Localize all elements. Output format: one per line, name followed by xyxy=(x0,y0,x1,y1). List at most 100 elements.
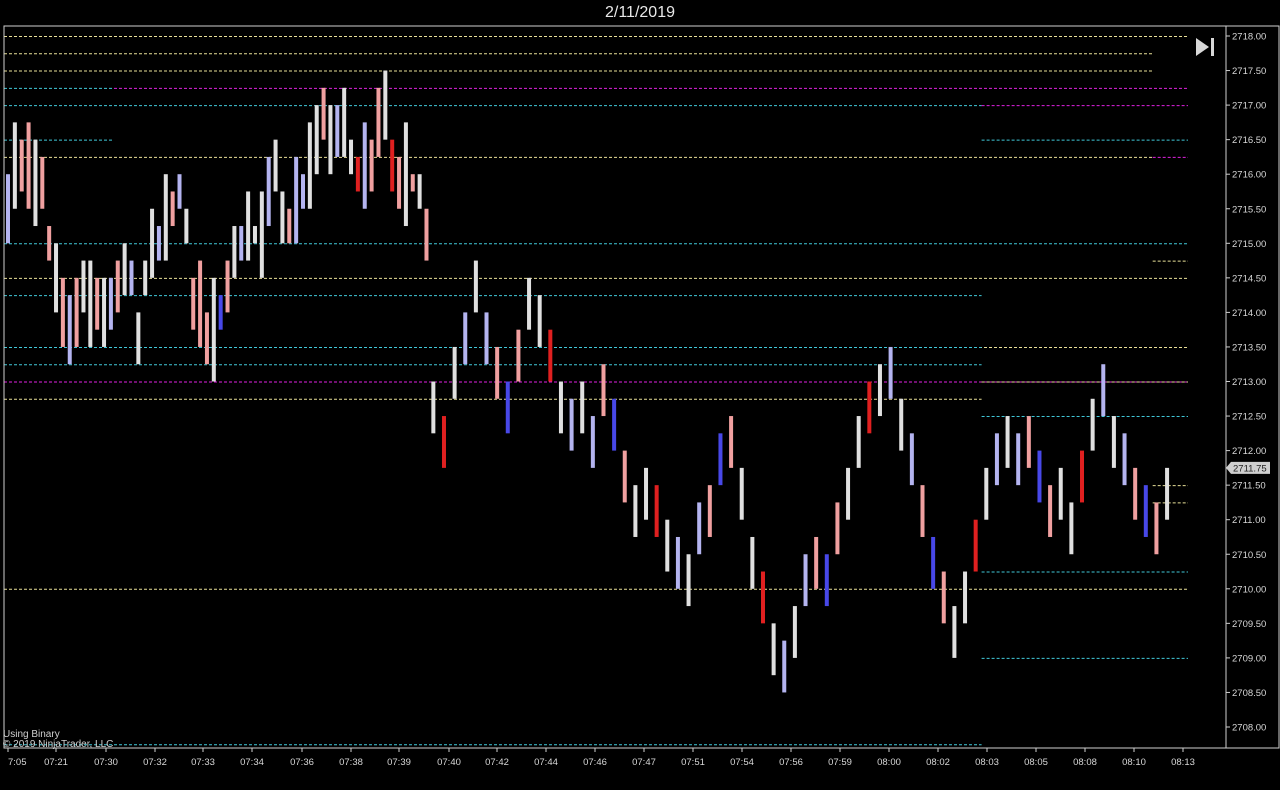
price-bar xyxy=(729,416,734,468)
price-bar xyxy=(558,381,563,434)
price-bar xyxy=(6,174,10,244)
price-bar xyxy=(355,156,360,192)
price-bar xyxy=(877,364,882,417)
price-bar xyxy=(920,485,925,537)
price-bar xyxy=(984,467,989,520)
price-bar xyxy=(1026,416,1031,468)
price-bar xyxy=(362,122,367,209)
price-chart[interactable]: 2/11/2019 2718.00 2717.50 2717.00 2716.50 27… xyxy=(0,0,1280,790)
price-bar xyxy=(963,571,968,624)
price-bar xyxy=(803,554,808,607)
y-tick-label: 2710.00 xyxy=(1232,584,1266,595)
x-tick-label: 07:40 xyxy=(437,757,461,768)
y-tick-label: 2709.50 xyxy=(1232,619,1266,630)
price-bar xyxy=(1037,450,1042,503)
price-bar xyxy=(665,519,670,572)
copyright-label: © 2019 NinjaTrader, LLC xyxy=(3,739,114,750)
price-bar xyxy=(622,450,627,503)
price-bar xyxy=(218,295,223,330)
price-bar xyxy=(252,226,257,244)
price-bar xyxy=(403,122,408,227)
price-bar xyxy=(259,191,264,278)
y-tick-label: 2717.50 xyxy=(1232,66,1266,77)
price-bar xyxy=(1133,467,1138,520)
x-tick-label: 07:42 xyxy=(485,757,509,768)
price-bar xyxy=(505,381,510,434)
price-bar xyxy=(177,174,182,209)
price-bar xyxy=(150,208,155,278)
price-bar xyxy=(47,226,52,261)
y-tick-label: 2715.50 xyxy=(1232,204,1266,215)
price-bar xyxy=(792,606,797,658)
chart-canvas[interactable]: 2718.00 2717.50 2717.00 2716.50 2716.00 2715.… xyxy=(0,0,1280,790)
x-tick-label: 08:10 xyxy=(1122,757,1146,768)
price-bar xyxy=(280,191,285,244)
price-bar xyxy=(184,208,189,244)
price-bar xyxy=(1143,485,1148,537)
price-bar xyxy=(601,364,606,417)
price-bar xyxy=(410,174,415,192)
price-bar xyxy=(287,208,292,244)
x-axis: 7:05 07:21 07:30 07:32 07:33 07:34 07:36 07:38 0… xyxy=(7,748,1195,768)
price-bar xyxy=(19,139,24,192)
price-bar xyxy=(342,87,347,157)
price-bar xyxy=(1080,450,1085,503)
price-bar xyxy=(239,226,244,261)
price-bar xyxy=(424,208,429,261)
price-bar xyxy=(718,433,723,486)
price-bar xyxy=(211,277,216,382)
price-bar xyxy=(328,105,333,175)
price-bar xyxy=(1069,502,1074,555)
price-bar xyxy=(143,260,148,296)
y-tick-label: 2716.50 xyxy=(1232,135,1266,146)
price-bar xyxy=(537,295,542,347)
x-tick-label: 08:00 xyxy=(877,757,901,768)
price-bar xyxy=(170,191,175,227)
price-bar xyxy=(1005,416,1010,468)
price-bar xyxy=(835,502,840,555)
price-bar xyxy=(74,277,79,347)
x-tick-label: 08:03 xyxy=(975,757,999,768)
price-bar xyxy=(266,156,271,227)
price-bar xyxy=(1165,467,1170,520)
y-tick-label: 2713.00 xyxy=(1232,377,1266,388)
price-bar xyxy=(856,416,861,468)
price-bar xyxy=(163,174,168,261)
price-bar xyxy=(129,260,134,296)
price-bar xyxy=(994,433,999,486)
price-bar xyxy=(198,260,203,347)
price-bar xyxy=(644,467,649,520)
y-tick-label: 2716.00 xyxy=(1232,170,1266,181)
price-bar xyxy=(349,139,354,175)
price-bar xyxy=(473,260,478,313)
price-bar xyxy=(590,416,595,468)
price-bar xyxy=(1048,485,1053,537)
price-bar xyxy=(452,346,457,399)
price-bar xyxy=(156,226,161,261)
price-bar xyxy=(122,243,127,296)
price-bar xyxy=(314,105,319,175)
price-bar xyxy=(888,346,893,399)
x-tick-label: 07:39 xyxy=(387,757,411,768)
price-bar xyxy=(383,70,388,140)
x-tick-label: 07:47 xyxy=(632,757,656,768)
y-tick-label: 2713.50 xyxy=(1232,342,1266,353)
price-bar xyxy=(707,485,712,537)
price-bar xyxy=(67,295,72,365)
price-bar xyxy=(431,381,436,434)
price-bar xyxy=(102,277,107,347)
skip-to-end-icon[interactable] xyxy=(1192,34,1218,60)
price-bar xyxy=(1122,433,1127,486)
price-bar xyxy=(739,467,744,520)
price-bar xyxy=(1058,467,1063,520)
price-bar xyxy=(771,623,776,676)
price-bar xyxy=(527,277,532,330)
x-tick-label: 08:13 xyxy=(1171,757,1195,768)
price-bar xyxy=(633,485,638,537)
price-bar xyxy=(1101,364,1106,417)
price-bar xyxy=(580,381,585,434)
price-bar xyxy=(369,139,374,192)
price-bar xyxy=(1090,398,1095,451)
x-tick-label: 07:32 xyxy=(143,757,167,768)
price-bar xyxy=(569,398,574,451)
